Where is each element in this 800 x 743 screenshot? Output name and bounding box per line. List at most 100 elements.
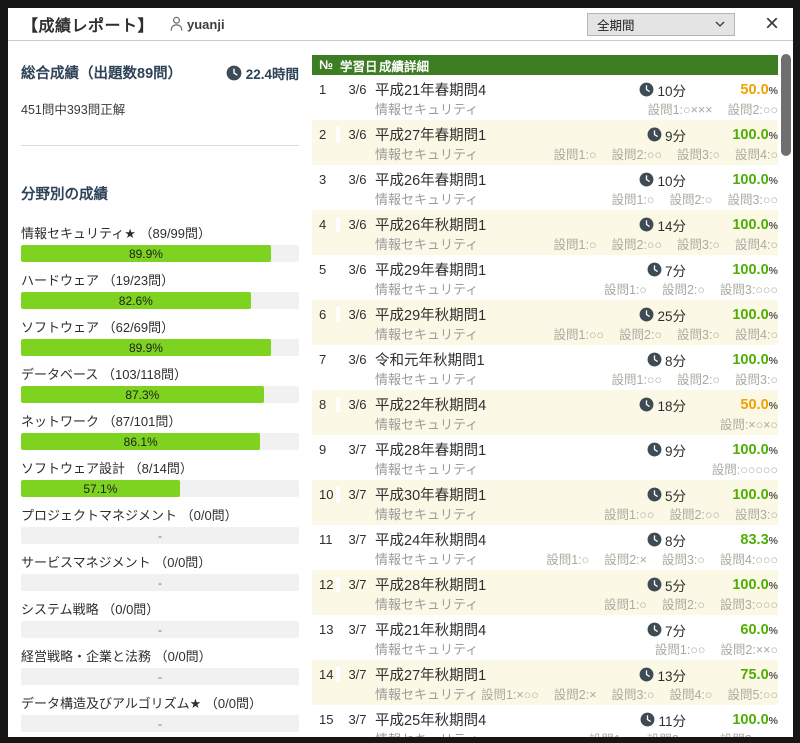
question-result: 設問1:○○ — [604, 504, 655, 523]
row-number: 11 — [312, 532, 340, 547]
percent-value: 100.0 — [732, 352, 768, 368]
clock-icon — [639, 307, 654, 322]
category-label: 経営戦略・企業と法務 （0/0問） — [21, 646, 299, 665]
table-row[interactable]: 63/6平成29年秋期問125分100.0%情報セキュリティ設問1:○○設問2:… — [312, 300, 778, 345]
table-row[interactable]: 153/7平成25年秋期問411分100.0%情報セキュリティ設問1:○設問2:… — [312, 705, 778, 737]
question-results: 設問1:○○設問2:○○設問3:○ — [604, 504, 778, 523]
row-date: 3/6 — [340, 307, 375, 322]
percent-value: 100.0 — [732, 487, 768, 503]
table-row[interactable]: 43/6平成26年秋期問114分100.0%情報セキュリティ設問1:○設問2:○… — [312, 210, 778, 255]
row-duration: 10分 — [590, 170, 686, 190]
results-table: 13/6平成21年春期問410分50.0%情報セキュリティ設問1:○×××設問2… — [312, 75, 778, 737]
question-result: 設問3:○○ — [727, 189, 778, 208]
row-number: 15 — [312, 712, 340, 727]
row-duration: 25分 — [590, 305, 686, 325]
table-row[interactable]: 123/7平成28年秋期問15分100.0%情報セキュリティ設問1:○設問2:○… — [312, 570, 778, 615]
row-number: 13 — [312, 622, 340, 637]
table-row[interactable]: 103/7平成30年春期問15分100.0%情報セキュリティ設問1:○○設問2:… — [312, 480, 778, 525]
row-date: 3/7 — [340, 532, 375, 547]
question-results: 設問1:○設問2:○○設問3:○設問4:○ — [554, 144, 778, 163]
percent-value: 100.0 — [732, 577, 768, 593]
duration-value: 9分 — [665, 125, 686, 145]
exam-category: 情報セキュリティ — [375, 189, 478, 208]
exam-category: 情報セキュリティ — [375, 639, 478, 658]
row-date: 3/7 — [340, 577, 375, 592]
question-result: 設問4:○ — [735, 234, 778, 253]
row-percent: 100.0% — [686, 351, 778, 369]
category-percent: 82.6% — [119, 294, 153, 308]
row-date: 3/7 — [340, 712, 375, 727]
table-row[interactable]: 93/7平成28年春期問19分100.0%情報セキュリティ設問:○○○○○ — [312, 435, 778, 480]
table-row[interactable]: 83/6平成22年秋期問418分50.0%情報セキュリティ設問:×○×○ — [312, 390, 778, 435]
category-label: 情報セキュリティ★ （89/99問） — [21, 223, 299, 242]
row-number: 12 — [312, 577, 340, 592]
row-duration: 8分 — [590, 350, 686, 370]
question-result: 設問2:○ — [669, 189, 712, 208]
duration-value: 10分 — [657, 80, 686, 100]
row-percent: 100.0% — [686, 306, 778, 324]
category-progress-bar: 86.1% — [21, 433, 299, 450]
close-icon[interactable]: × — [765, 14, 779, 34]
exam-category: 情報セキュリティ — [375, 459, 478, 478]
table-row[interactable]: 53/6平成29年春期問17分100.0%情報セキュリティ設問1:○設問2:○設… — [312, 255, 778, 300]
question-result: 設問2:○ — [619, 324, 662, 343]
row-percent: 100.0% — [686, 126, 778, 144]
table-row[interactable]: 13/6平成21年春期問410分50.0%情報セキュリティ設問1:○×××設問2… — [312, 75, 778, 120]
percent-value: 100.0 — [732, 712, 768, 728]
category-item: ハードウェア （19/23問）82.6% — [21, 270, 299, 309]
category-progress-bar: 82.6% — [21, 292, 299, 309]
row-percent: 100.0% — [686, 171, 778, 189]
clock-icon — [647, 352, 662, 367]
table-row[interactable]: 73/6令和元年秋期問18分100.0%情報セキュリティ設問1:○○設問2:○設… — [312, 345, 778, 390]
table-row[interactable]: 33/6平成26年春期問110分100.0%情報セキュリティ設問1:○設問2:○… — [312, 165, 778, 210]
row-date: 3/6 — [340, 217, 375, 232]
clock-icon — [640, 712, 655, 727]
period-select[interactable]: 全期間 — [587, 13, 735, 36]
category-progress-bar: 87.3% — [21, 386, 299, 403]
exam-category: 情報セキュリティ — [375, 99, 478, 118]
clock-icon — [226, 65, 242, 81]
percent-unit: % — [769, 265, 778, 277]
row-percent: 100.0% — [686, 576, 778, 594]
row-number: 14 — [312, 667, 340, 682]
row-number: 6 — [312, 307, 340, 322]
question-results: 設問1:○ 設問2:○ 設問3:○○ — [612, 189, 779, 208]
content: 総合成績（出題数89問） 22.4時間 451問中393問正解 87.1% 分野… — [8, 42, 793, 737]
exam-category: 情報セキュリティ — [375, 279, 478, 298]
question-result: 設問2:××○ — [720, 639, 778, 658]
question-result: 設問3:○○○ — [720, 729, 778, 737]
row-date: 3/7 — [340, 667, 375, 682]
table-row[interactable]: 23/6平成27年春期問19分100.0%情報セキュリティ設問1:○設問2:○○… — [312, 120, 778, 165]
row-date: 3/6 — [340, 397, 375, 412]
categories-heading: 分野別の成績 — [21, 183, 299, 204]
row-date: 3/6 — [340, 127, 375, 142]
period-select-value: 全期間 — [597, 15, 635, 34]
scrollbar-thumb[interactable] — [781, 54, 791, 156]
scrollbar[interactable] — [781, 54, 791, 732]
exam-title: 平成21年秋期問4 — [375, 619, 590, 640]
duration-value: 13分 — [657, 665, 686, 685]
percent-unit: % — [769, 175, 778, 187]
category-item: システム戦略 （0/0問）- — [21, 599, 299, 638]
question-results: 設問1:○○設問2:○設問3:○設問4:○ — [554, 324, 778, 343]
row-percent: 75.0% — [686, 666, 778, 684]
percent-value: 100.0 — [732, 217, 768, 233]
question-result: 設問1:○ — [612, 189, 655, 208]
percent-value: 100.0 — [732, 307, 768, 323]
question-result: 設問1:×○○ — [481, 684, 539, 703]
table-row[interactable]: 143/7平成27年秋期問113分75.0%情報セキュリティ設問1:×○○設問2… — [312, 660, 778, 705]
titlebar: 【成績レポート】 yuanji 全期間 × — [8, 8, 793, 41]
row-duration: 10分 — [590, 80, 686, 100]
question-results: 設問1:○○設問2:○設問3:○ — [612, 369, 779, 388]
question-results: 設問1:○設問2:○設問3:○○○ — [604, 279, 778, 298]
exam-title: 平成29年秋期問1 — [375, 304, 590, 325]
duration-value: 7分 — [665, 260, 686, 280]
table-row[interactable]: 133/7平成21年秋期問47分60.0%情報セキュリティ設問1:○○設問2:×… — [312, 615, 778, 660]
table-row[interactable]: 113/7平成24年秋期問48分83.3%情報セキュリティ設問1:○設問2:×設… — [312, 525, 778, 570]
question-results: 設問1:×○○設問2:×設問3:○設問4:○設問5:○○ — [481, 684, 778, 703]
row-percent: 100.0% — [686, 216, 778, 234]
exam-category: 情報セキュリティ — [375, 504, 478, 523]
user-info: yuanji — [170, 16, 225, 32]
question-result: 設問4:○ — [669, 684, 712, 703]
row-duration: 8分 — [590, 530, 686, 550]
